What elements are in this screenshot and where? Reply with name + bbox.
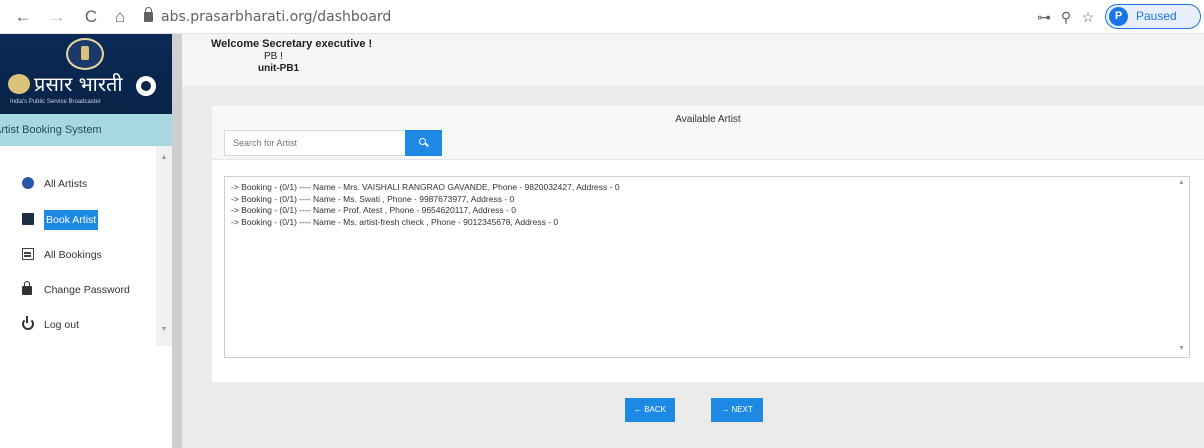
sidebar-item-label: All Artists (44, 178, 88, 190)
system-title: Artist Booking System (0, 114, 172, 146)
lock-icon (144, 7, 153, 22)
profile-button[interactable]: P Paused (1105, 4, 1201, 29)
list-icon (22, 248, 34, 260)
search-button[interactable] (405, 130, 442, 156)
avatar: P (1109, 7, 1128, 26)
star-icon[interactable]: ☆ (1077, 5, 1099, 29)
search-input[interactable] (224, 130, 406, 156)
welcome-unit: unit-PB1 (258, 63, 300, 74)
sidebar-divider (172, 34, 182, 448)
scroll-down-icon[interactable]: ▼ (1178, 345, 1185, 352)
list-item[interactable]: -> Booking - (0/1) ---- Name - Prof. Ate… (231, 205, 1183, 217)
dd-logo-icon (136, 76, 156, 96)
logo-subtitle: India's Public Service Broadcaster (10, 99, 101, 105)
palette-icon (22, 177, 34, 189)
sidebar-item-label: All Bookings (44, 249, 102, 261)
available-artist-panel: Available Artist -> Booking - (0/1) ----… (212, 106, 1204, 382)
sidebar-scrollbar[interactable]: ▲ ▼ (156, 146, 172, 346)
artist-results-list[interactable]: -> Booking - (0/1) ---- Name - Mrs. VAIS… (224, 176, 1190, 358)
book-icon (22, 213, 34, 225)
prasar-bharati-logo: प्रसार भारती India's Public Service Broa… (0, 34, 172, 114)
home-icon[interactable]: ⌂ (109, 6, 131, 28)
browser-toolbar: ← → C ⌂ abs.prasarbharati.org/dashboard … (0, 0, 1204, 34)
list-item[interactable]: -> Booking - (0/1) ---- Name - Mrs. VAIS… (231, 182, 1183, 194)
results-scrollbar[interactable]: ▲ ▼ (1175, 177, 1189, 357)
key-icon[interactable]: ⊶ (1033, 5, 1055, 29)
url-text: abs.prasarbharati.org/dashboard (161, 9, 392, 25)
back-arrow-icon[interactable]: ← (12, 6, 34, 28)
zoom-icon[interactable]: ⚲ (1055, 5, 1077, 29)
logo-text: प्रसार भारती (34, 72, 123, 96)
main-content: Welcome Secretary executive ! PB ! unit-… (182, 34, 1204, 448)
reload-icon[interactable]: C (80, 6, 102, 28)
emblem-icon (66, 38, 104, 70)
search-bar (224, 130, 442, 156)
sidebar-item-label: Log out (44, 319, 80, 331)
forward-arrow-icon[interactable]: → (46, 6, 68, 28)
welcome-org: PB ! (264, 51, 283, 62)
scroll-down-icon[interactable]: ▼ (160, 326, 168, 333)
welcome-message: Welcome Secretary executive ! (211, 38, 373, 50)
scroll-up-icon[interactable]: ▲ (160, 154, 168, 161)
panel-header: Available Artist (212, 106, 1204, 160)
address-bar[interactable]: abs.prasarbharati.org/dashboard (140, 5, 1020, 29)
scroll-up-icon[interactable]: ▲ (1178, 179, 1185, 186)
search-icon (419, 138, 426, 145)
back-button[interactable]: ← BACK (625, 398, 675, 422)
list-item[interactable]: -> Booking - (0/1) ---- Name - Ms. artis… (231, 217, 1183, 229)
welcome-header: Welcome Secretary executive ! PB ! unit-… (182, 34, 1204, 86)
panel-title: Available Artist (675, 114, 741, 125)
profile-status: Paused (1136, 9, 1177, 23)
sidebar-item-label: Book Artist (44, 210, 99, 230)
next-button[interactable]: → NEXT (711, 398, 763, 422)
list-item[interactable]: -> Booking - (0/1) ---- Name - Ms. Swati… (231, 194, 1183, 206)
lock-icon (22, 281, 32, 295)
power-icon (22, 316, 34, 330)
badge-icon (8, 74, 30, 94)
sidebar-item-label: Change Password (44, 284, 130, 296)
sidebar: प्रसार भारती India's Public Service Broa… (0, 34, 172, 448)
